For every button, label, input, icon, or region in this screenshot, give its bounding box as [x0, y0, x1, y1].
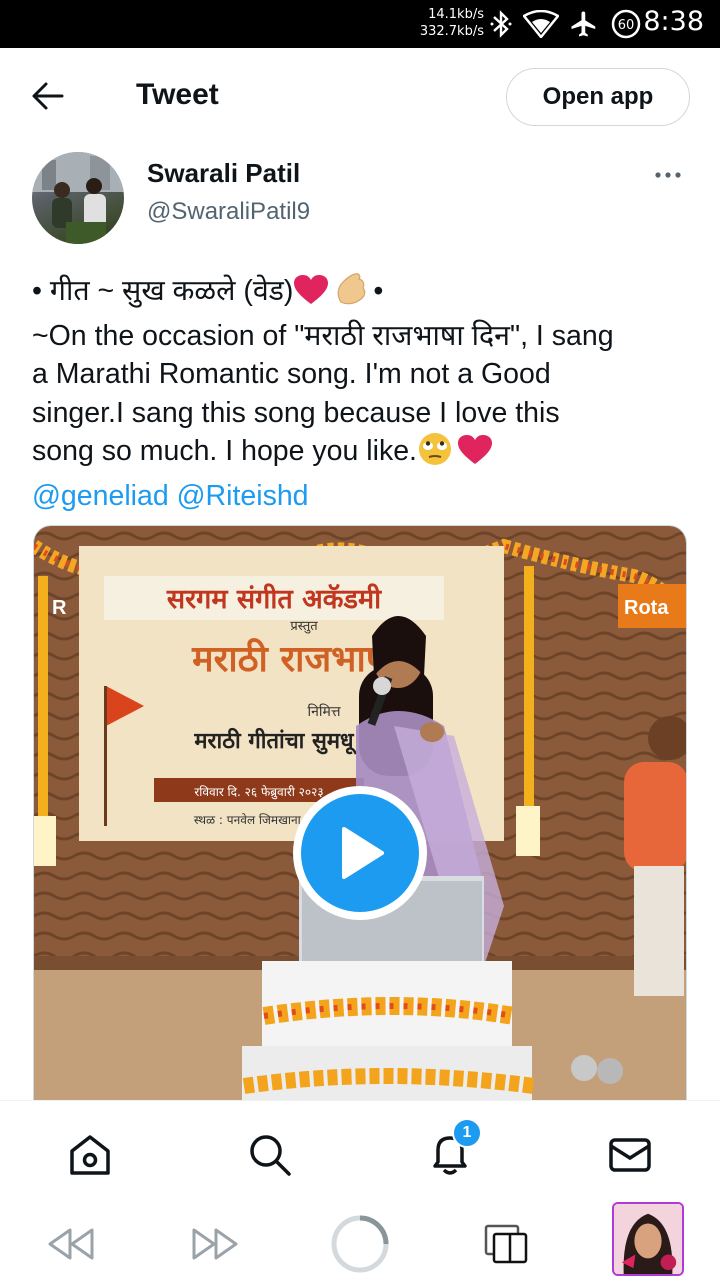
airplane-icon: [568, 8, 600, 40]
messages-icon[interactable]: [606, 1131, 654, 1179]
more-options-icon[interactable]: [648, 160, 692, 190]
tweet-line-1: • गीत ~ सुख कळले (वेड) •: [32, 272, 692, 317]
banner-occasion: निमित्त: [307, 703, 340, 720]
rewind-icon[interactable]: [38, 1212, 102, 1276]
sign-rota: Rota: [624, 597, 669, 619]
play-icon: [301, 794, 419, 912]
network-speed: 14.1kb/s 332.7kb/s: [420, 6, 484, 40]
page-title: Tweet: [136, 78, 219, 111]
bottom-navigation: [0, 1100, 720, 1204]
play-button[interactable]: [293, 786, 427, 920]
battery-level: 60: [618, 18, 635, 33]
tweet-line-4: singer.I sang this song because I love t…: [32, 396, 560, 429]
network-upload: 14.1kb/s: [428, 7, 484, 22]
avatar[interactable]: [32, 152, 124, 244]
home-icon[interactable]: [66, 1131, 114, 1179]
tabs-icon[interactable]: [474, 1212, 538, 1276]
notification-badge: 1: [452, 1118, 482, 1148]
sign-r: R: [52, 597, 67, 619]
status-bar: 14.1kb/s 332.7kb/s 60 8:38: [0, 0, 720, 48]
banner-academy-name: सरगम संगीत अकॅडमी: [166, 583, 382, 615]
tweet-line-6: @geneliad @Riteishd: [32, 477, 692, 516]
tweet-text: • गीत ~ सुख कळले (वेड) • ~On the occasion…: [32, 272, 692, 515]
open-app-button[interactable]: Open app: [506, 68, 690, 126]
bluetooth-icon: [488, 8, 514, 40]
tweet-line-3: a Marathi Romantic song. I'm not a Good: [32, 358, 551, 390]
clock: 8:38: [643, 6, 704, 37]
author-name[interactable]: Swarali Patil: [147, 158, 300, 189]
wifi-icon: [522, 8, 560, 40]
back-arrow-icon[interactable]: [30, 80, 70, 112]
app-thumbnail[interactable]: [612, 1202, 684, 1276]
banner-event: मराठी गीतांचा सुमधू: [193, 727, 357, 755]
system-navigation: [0, 1202, 720, 1280]
tweet-line-5-text: song so much. I hope you like.: [32, 435, 417, 467]
tweet-line-2: ~On the occasion of "मराठी राजभाषा दिन",…: [32, 319, 614, 352]
tweet-line-1-end: •: [373, 275, 384, 307]
banner-venue: स्थळ : पनवेल जिमखाना हॉ: [194, 813, 315, 827]
app-header: Tweet Open app: [0, 48, 720, 146]
author-handle[interactable]: @SwaraliPatil9: [147, 198, 310, 226]
red-heart-icon: [293, 274, 329, 317]
tweet-song-title: • गीत ~ सुख कळले (वेड): [32, 275, 294, 307]
banner-presents: प्रस्तुत: [290, 619, 318, 634]
fast-forward-icon[interactable]: [184, 1212, 248, 1276]
search-icon[interactable]: [246, 1131, 294, 1179]
banner-date: रविवार दि. २६ फेब्रुवारी २०२३: [194, 785, 323, 800]
battery-icon: 60: [610, 8, 642, 40]
mention-geneliad[interactable]: @geneliad: [32, 480, 169, 512]
network-download: 332.7kb/s: [419, 24, 484, 39]
pinched-fingers-icon: [333, 272, 369, 317]
mention-riteishd[interactable]: @Riteishd: [177, 480, 309, 512]
banner-headline: मराठी राजभाषा: [191, 638, 398, 680]
loading-icon[interactable]: [328, 1212, 392, 1276]
red-heart-icon-2: [457, 434, 493, 477]
tweet-line-5: song so much. I hope you like.: [32, 432, 692, 477]
eye-roll-emoji-icon: [417, 432, 453, 477]
